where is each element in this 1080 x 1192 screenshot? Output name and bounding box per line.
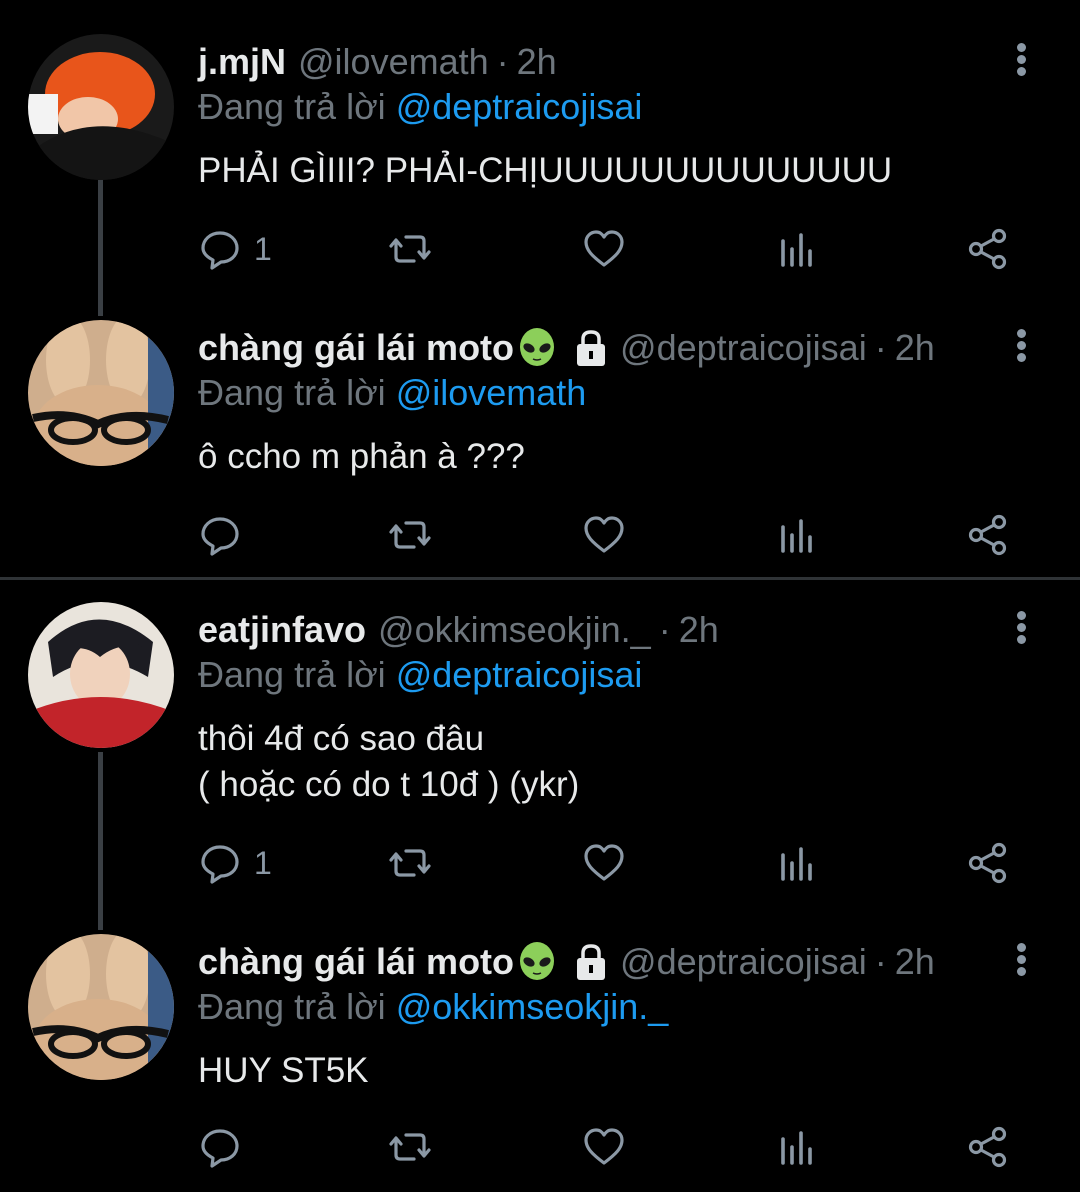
separator: · (496, 41, 509, 82)
tweet-header: eatjinfavo @okkimseokjin._ · 2h (198, 606, 719, 654)
retweet-button[interactable] (388, 224, 432, 274)
display-name[interactable]: eatjinfavo (198, 609, 366, 651)
reply-icon (201, 1129, 239, 1168)
replying-to: Đang trả lời @deptraicojisai (198, 86, 642, 128)
retweet-button[interactable] (388, 1122, 432, 1172)
reply-button[interactable] (198, 510, 254, 560)
retweet-icon (389, 521, 431, 549)
like-button[interactable] (582, 1122, 626, 1172)
reply-count: 1 (254, 844, 272, 881)
retweet-icon (389, 1133, 431, 1161)
like-icon (584, 844, 624, 881)
separator: · (874, 941, 887, 982)
like-icon (584, 230, 624, 267)
alien-icon (520, 328, 555, 366)
user-handle[interactable]: @deptraicojisai (620, 941, 867, 983)
timestamp[interactable]: 2h (679, 609, 719, 651)
tweet-text: thôi 4đ có sao đâu ( hoặc có do t 10đ ) … (198, 719, 580, 804)
user-handle[interactable]: @deptraicojisai (620, 327, 867, 369)
analytics-button[interactable] (774, 1122, 818, 1172)
alien-icon (520, 942, 555, 980)
retweet-button[interactable] (388, 510, 432, 560)
mention-link[interactable]: @okkimseokjin._ (396, 986, 669, 1027)
display-name[interactable]: chàng gái lái moto (198, 941, 514, 983)
like-button[interactable] (582, 224, 626, 274)
replying-label: Đang trả lời (198, 372, 386, 413)
reply-icon (201, 231, 239, 270)
more-icon[interactable] (1008, 40, 1034, 80)
tweet-text: PHẢI GÌIII? PHẢI-CHỊUUUUUUUUUUUUUU (198, 151, 893, 190)
replying-label: Đang trả lời (198, 986, 386, 1027)
share-icon (968, 228, 1007, 270)
like-button[interactable] (582, 838, 626, 888)
display-name[interactable]: j.mjN (198, 41, 286, 83)
reply-button[interactable]: 1 (198, 224, 272, 274)
share-button[interactable] (966, 510, 1010, 560)
reply-icon (201, 517, 239, 556)
reply-count: 1 (254, 230, 272, 267)
avatar[interactable] (28, 320, 174, 466)
mention-link[interactable]: @deptraicojisai (396, 654, 643, 695)
timestamp[interactable]: 2h (517, 41, 557, 83)
timestamp[interactable]: 2h (895, 327, 935, 369)
tweet-text: HUY ST5K (198, 1051, 369, 1090)
separator: · (658, 609, 671, 650)
retweet-button[interactable] (388, 838, 432, 888)
replying-to: Đang trả lời @deptraicojisai (198, 654, 642, 696)
avatar[interactable] (28, 34, 174, 180)
tweet-actions (0, 510, 1080, 560)
replying-to: Đang trả lời @okkimseokjin._ (198, 986, 668, 1028)
user-handle[interactable]: @okkimseokjin._ (378, 609, 651, 651)
more-icon[interactable] (1008, 940, 1034, 980)
share-button[interactable] (966, 838, 1010, 888)
analytics-icon (781, 1131, 812, 1165)
share-button[interactable] (966, 1122, 1010, 1172)
retweet-icon (389, 235, 431, 263)
replying-label: Đang trả lời (198, 86, 386, 127)
tweet-actions: 1 (0, 838, 1080, 888)
replying-to: Đang trả lời @ilovemath (198, 372, 586, 414)
mention-link[interactable]: @ilovemath (396, 372, 587, 413)
share-icon (968, 514, 1007, 556)
tweet-header: j.mjN @ilovemath · 2h (198, 38, 557, 86)
more-icon[interactable] (1008, 608, 1034, 648)
reply-button[interactable] (198, 1122, 254, 1172)
avatar[interactable] (28, 934, 174, 1080)
mention-link[interactable]: @deptraicojisai (396, 86, 643, 127)
analytics-button[interactable] (774, 838, 818, 888)
share-icon (968, 1126, 1007, 1168)
retweet-icon (389, 849, 431, 877)
tweet-header: chàng gái lái moto @deptraicojisai · 2h (198, 324, 935, 372)
tweet[interactable]: j.mjN @ilovemath · 2h Đang trả lời @deptr… (0, 0, 1080, 300)
tweet-header: chàng gái lái moto @deptraicojisai · 2h (198, 938, 935, 986)
reply-icon (201, 845, 239, 884)
like-icon (584, 1128, 624, 1165)
replying-label: Đang trả lời (198, 654, 386, 695)
analytics-icon (781, 847, 812, 881)
like-button[interactable] (582, 510, 626, 560)
tweet[interactable]: eatjinfavo @okkimseokjin._ · 2h Đang trả… (0, 568, 1080, 904)
reply-button[interactable]: 1 (198, 838, 272, 888)
display-name[interactable]: chàng gái lái moto (198, 327, 514, 369)
tweet[interactable]: chàng gái lái moto @deptraicojisai · 2h … (0, 900, 1080, 1192)
lock-icon (577, 330, 606, 366)
tweet-text: ô ccho m phản à ??? (198, 437, 525, 476)
avatar[interactable] (28, 602, 174, 748)
share-icon (968, 842, 1007, 884)
analytics-icon (781, 519, 812, 553)
like-icon (584, 516, 624, 553)
analytics-button[interactable] (774, 510, 818, 560)
share-button[interactable] (966, 224, 1010, 274)
timestamp[interactable]: 2h (895, 941, 935, 983)
tweet-actions: 1 (0, 224, 1080, 274)
tweet-actions (0, 1122, 1080, 1172)
separator: · (874, 327, 887, 368)
user-handle[interactable]: @ilovemath (298, 41, 489, 83)
lock-icon (577, 944, 606, 980)
more-icon[interactable] (1008, 326, 1034, 366)
analytics-button[interactable] (774, 224, 818, 274)
tweet[interactable]: chàng gái lái moto @deptraicojisai · 2h … (0, 286, 1080, 576)
analytics-icon (781, 233, 812, 267)
